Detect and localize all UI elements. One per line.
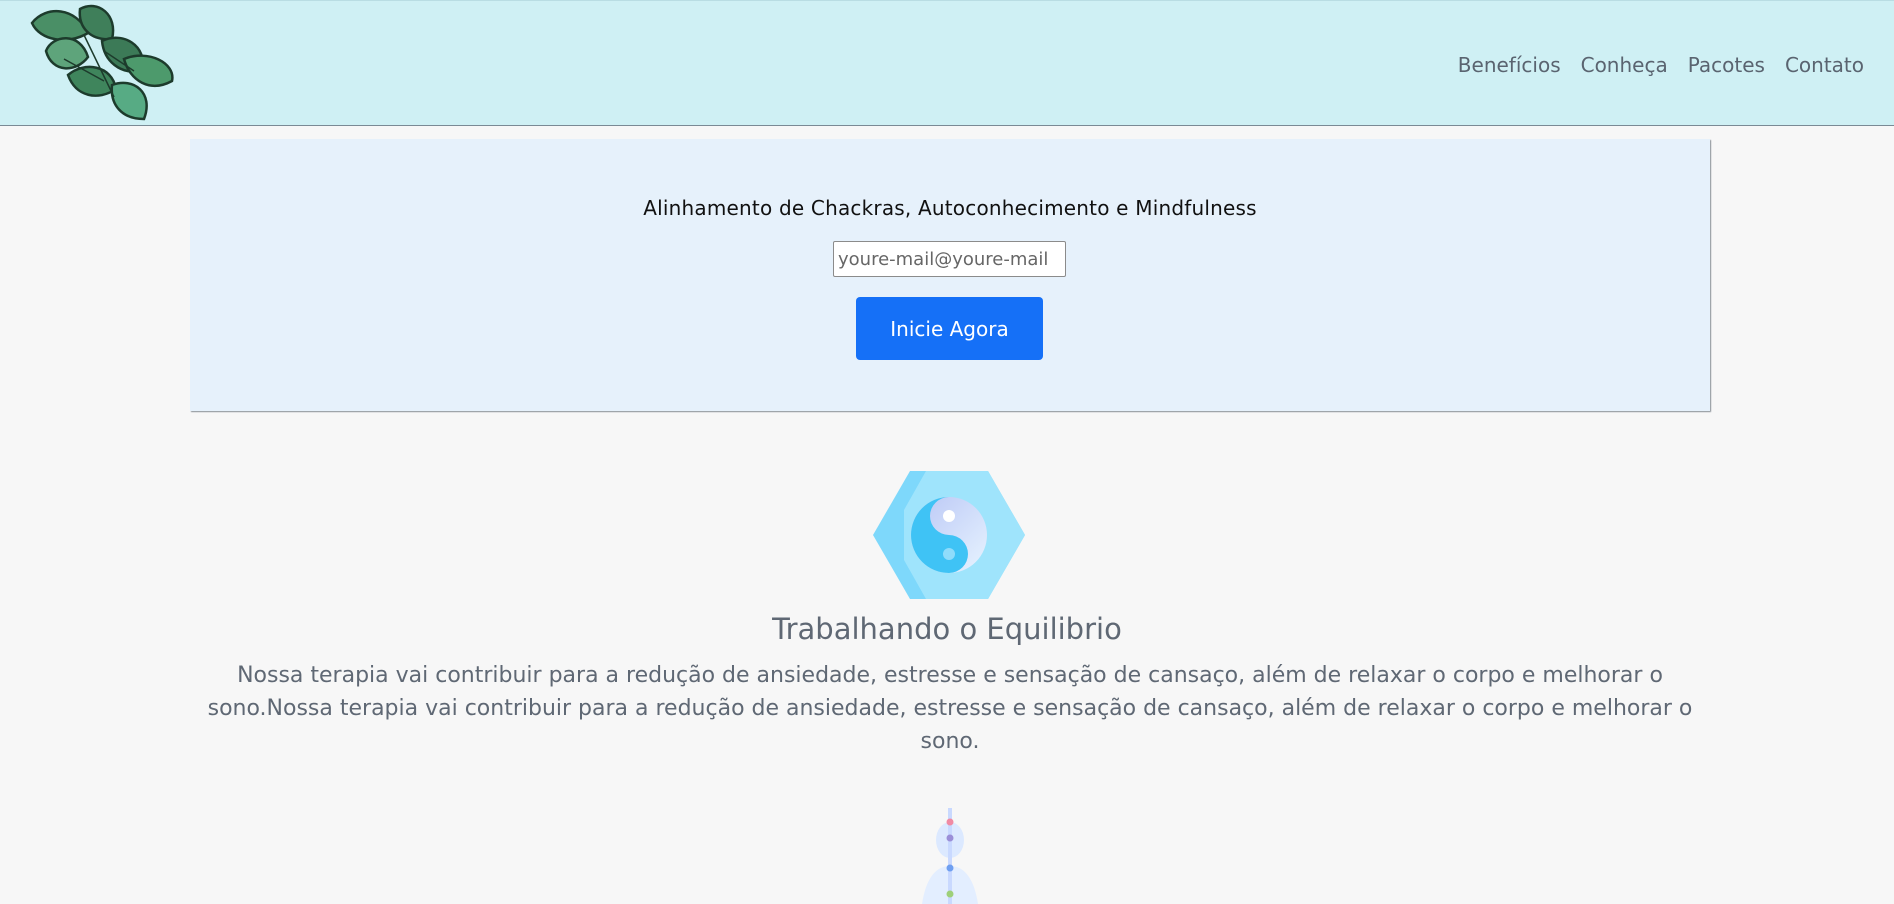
feature-description: Nossa terapia vai contribuir para a redu… xyxy=(207,663,1693,754)
feature-title: Trabalhando o Equilibrio xyxy=(772,612,1122,646)
email-input[interactable] xyxy=(833,241,1066,277)
nav-pacotes-link[interactable]: Pacotes xyxy=(1688,53,1765,77)
yin-yang-icon xyxy=(873,471,1025,599)
mint-leaves-logo[interactable] xyxy=(24,1,184,129)
chakra-body-icon xyxy=(922,808,978,904)
nav-conheca-link[interactable]: Conheça xyxy=(1581,53,1668,77)
hero-subtitle: Alinhamento de Chackras, Autoconheciment… xyxy=(643,196,1257,220)
nav-beneficios-link[interactable]: Benefícios xyxy=(1458,53,1561,77)
hero-section: Alinhamento de Chackras, Autoconheciment… xyxy=(190,139,1710,411)
start-now-button[interactable]: Inicie Agora xyxy=(856,297,1043,360)
site-header: Benefícios Conheça Pacotes Contato xyxy=(0,0,1894,126)
main-nav: Benefícios Conheça Pacotes Contato xyxy=(1458,53,1864,77)
nav-contato-link[interactable]: Contato xyxy=(1785,53,1864,77)
